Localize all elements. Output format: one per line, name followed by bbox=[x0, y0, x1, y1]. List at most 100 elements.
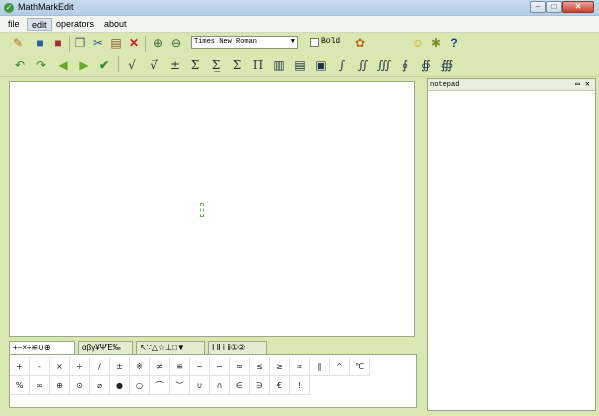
fraction-symbol-button[interactable]: ± bbox=[166, 56, 184, 74]
undo-icon[interactable]: ↶ bbox=[13, 58, 27, 72]
palette-symbol[interactable]: ∋ bbox=[250, 376, 270, 395]
edit-pencil-icon[interactable]: ✎ bbox=[11, 36, 25, 50]
product-symbol-button[interactable]: Π bbox=[249, 56, 267, 74]
maximize-button[interactable]: □ bbox=[546, 1, 562, 13]
save-icon[interactable]: ■ bbox=[33, 36, 47, 50]
palette-symbol[interactable]: ≥ bbox=[270, 357, 290, 376]
palette-symbol[interactable]: × bbox=[50, 357, 70, 376]
tab-greek[interactable]: αβγ¥ΨΈ‰ bbox=[78, 341, 133, 354]
forward-arrow-icon[interactable]: ▶ bbox=[77, 58, 91, 72]
matrix-symbol-button[interactable]: ▥ bbox=[270, 56, 288, 74]
palette-symbol[interactable]: ∞ bbox=[30, 376, 50, 395]
copy-icon[interactable]: ❐ bbox=[73, 36, 87, 50]
close-button[interactable]: ✕ bbox=[562, 1, 594, 13]
palette-symbol[interactable]: ∪ bbox=[190, 376, 210, 395]
bold-checkbox[interactable] bbox=[310, 38, 319, 47]
close-icon[interactable]: ✕ bbox=[585, 79, 590, 91]
title-bar: ✓ MathMarkEdit – □ ✕ bbox=[0, 0, 599, 16]
palette-symbol[interactable]: ! bbox=[290, 376, 310, 395]
palette-symbol[interactable]: € bbox=[270, 376, 290, 395]
volume-integral-symbol-button[interactable]: ∰ bbox=[438, 56, 456, 74]
matrix-box-symbol-button[interactable]: ▣ bbox=[312, 56, 330, 74]
zoom-in-icon[interactable]: ⊕ bbox=[151, 36, 165, 50]
nth-root-symbol-button[interactable]: √̅ bbox=[145, 56, 163, 74]
palette-symbol[interactable]: / bbox=[90, 357, 110, 376]
palette-symbol[interactable]: ︶ bbox=[170, 376, 190, 395]
settings-icon[interactable]: ✱ bbox=[429, 36, 443, 50]
sum-limits-symbol-button[interactable]: Σ̲ bbox=[207, 56, 225, 74]
integral-symbol-button[interactable]: ∫ bbox=[333, 56, 351, 74]
sum-symbol-button[interactable]: Σ bbox=[186, 56, 204, 74]
toolbar-separator bbox=[145, 36, 146, 52]
menu-about[interactable]: about bbox=[100, 18, 131, 31]
format-icon[interactable]: ✿ bbox=[353, 36, 367, 50]
notepad-panel[interactable]: notepad ▭ ✕ bbox=[427, 78, 596, 411]
paste-icon[interactable]: ▤ bbox=[109, 36, 123, 50]
surface-integral-symbol-button[interactable]: ∯ bbox=[417, 56, 435, 74]
font-select-value: Times New Roman bbox=[194, 38, 258, 46]
chevron-down-icon: ▼ bbox=[290, 38, 295, 46]
palette-symbol[interactable]: ℃ bbox=[350, 357, 370, 376]
delete-icon[interactable]: ✕ bbox=[127, 36, 141, 50]
double-integral-symbol-button[interactable]: ∬ bbox=[354, 56, 372, 74]
palette-symbol[interactable]: ⊕ bbox=[50, 376, 70, 395]
palette-symbol[interactable]: + bbox=[10, 357, 30, 376]
matrix-row-symbol-button[interactable]: ▤ bbox=[291, 56, 309, 74]
help-icon[interactable]: ? bbox=[447, 36, 461, 50]
smiley-icon[interactable]: ☺ bbox=[411, 36, 425, 50]
menu-edit[interactable]: edit bbox=[27, 18, 52, 31]
toolbar-separator bbox=[118, 56, 119, 72]
sqrt-symbol-button[interactable]: √ bbox=[123, 56, 141, 74]
toolbar-separator bbox=[69, 36, 70, 52]
palette-symbol[interactable]: ~ bbox=[190, 357, 210, 376]
menu-operators[interactable]: operators bbox=[52, 18, 98, 31]
tab-numerals[interactable]: Ⅰ Ⅱ ⅰ ⅱ①② bbox=[208, 341, 267, 354]
palette-symbol[interactable]: % bbox=[10, 376, 30, 395]
palette-symbol[interactable]: ⊙ bbox=[70, 376, 90, 395]
check-icon[interactable]: ✔ bbox=[97, 58, 111, 72]
menu-bar: file edit operators about bbox=[0, 16, 599, 33]
back-arrow-icon[interactable]: ◀ bbox=[56, 58, 70, 72]
palette-symbol[interactable]: ∩ bbox=[210, 376, 230, 395]
palette-symbol[interactable]: ∈ bbox=[230, 376, 250, 395]
palette-symbol[interactable]: ∝ bbox=[290, 357, 310, 376]
window-title: MathMarkEdit bbox=[18, 2, 74, 12]
save-as-icon[interactable]: ■ bbox=[51, 36, 65, 50]
palette-symbol[interactable]: ≤ bbox=[250, 357, 270, 376]
palette-symbol[interactable]: ≠ bbox=[150, 357, 170, 376]
cut-icon[interactable]: ✂ bbox=[91, 36, 105, 50]
palette-symbol[interactable]: ○ bbox=[130, 376, 150, 395]
palette-symbol[interactable]: ^ bbox=[330, 357, 350, 376]
formula-editor[interactable] bbox=[9, 81, 415, 337]
symbol-palette-tabs: +−×÷≌∪⊕ αβγ¥ΨΈ‰ ↖∵△☆⊥□▼ Ⅰ Ⅱ ⅰ ⅱ①② bbox=[9, 341, 415, 354]
palette-symbol[interactable]: ∥ bbox=[310, 357, 330, 376]
menu-file[interactable]: file bbox=[4, 18, 24, 31]
bold-label: Bold bbox=[321, 37, 341, 46]
palette-symbol[interactable]: ± bbox=[110, 357, 130, 376]
insertion-cursor bbox=[200, 203, 204, 217]
main-toolbar: ✎ ■ ■ ❐ ✂ ▤ ✕ ⊕ ⊖ Times New Roman ▼ Bold… bbox=[0, 33, 599, 53]
contour-integral-symbol-button[interactable]: ∮ bbox=[396, 56, 414, 74]
palette-symbol[interactable]: ∽ bbox=[210, 357, 230, 376]
triple-integral-symbol-button[interactable]: ∭ bbox=[375, 56, 393, 74]
palette-symbol[interactable]: ÷ bbox=[70, 357, 90, 376]
palette-symbol[interactable]: ※ bbox=[130, 357, 150, 376]
sum-alt-symbol-button[interactable]: Σ bbox=[228, 56, 246, 74]
palette-symbol[interactable]: ⌀ bbox=[90, 376, 110, 395]
palette-symbol[interactable]: ● bbox=[110, 376, 130, 395]
palette-symbol[interactable]: ⌒ bbox=[150, 376, 170, 395]
float-panel-icon[interactable]: ▭ bbox=[575, 79, 580, 91]
notepad-header: notepad ▭ ✕ bbox=[428, 79, 595, 91]
minimize-button[interactable]: – bbox=[530, 1, 546, 13]
app-check-icon: ✓ bbox=[4, 3, 14, 13]
palette-symbol[interactable]: ≌ bbox=[170, 357, 190, 376]
palette-symbol[interactable]: ≈ bbox=[230, 357, 250, 376]
notepad-title: notepad bbox=[430, 81, 460, 89]
font-family-select[interactable]: Times New Roman ▼ bbox=[191, 36, 298, 49]
tab-shapes[interactable]: ↖∵△☆⊥□▼ bbox=[136, 341, 205, 354]
palette-symbol[interactable]: - bbox=[30, 357, 50, 376]
zoom-out-icon[interactable]: ⊖ bbox=[169, 36, 183, 50]
redo-icon[interactable]: ↷ bbox=[34, 58, 48, 72]
tab-operators[interactable]: +−×÷≌∪⊕ bbox=[9, 341, 75, 354]
symbol-palette: + - × ÷ / ± ※ ≠ ≌ ~ ∽ ≈ ≤ ≥ ∝ ∥ ^ ℃ % ∞ … bbox=[9, 354, 417, 408]
